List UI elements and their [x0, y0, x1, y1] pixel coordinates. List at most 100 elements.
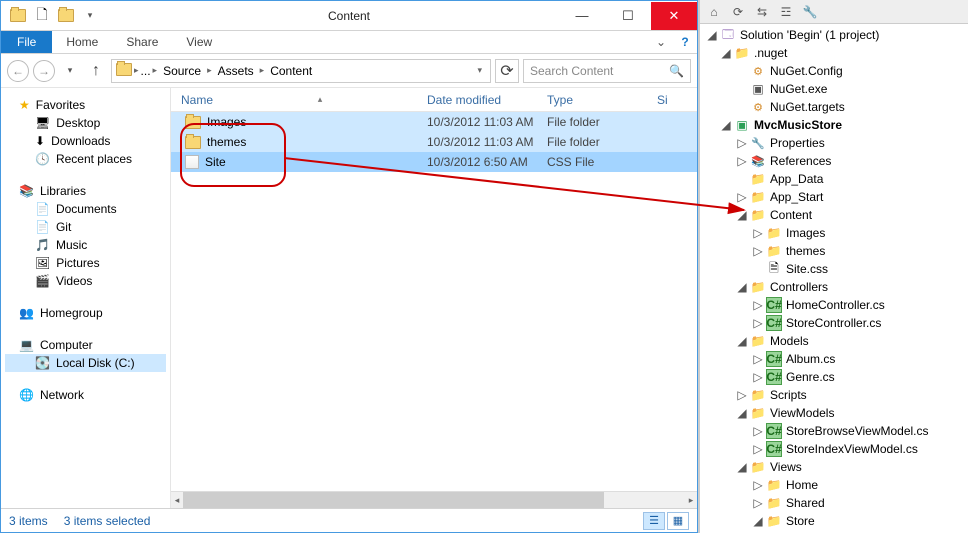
expand-icon[interactable]: ▷	[752, 479, 764, 491]
minimize-button[interactable]: —	[559, 2, 605, 30]
nav-desktop[interactable]: 🖥Desktop	[5, 114, 166, 132]
tree-node[interactable]: App_Data	[702, 170, 966, 188]
qat-openfolder-icon[interactable]	[55, 5, 77, 27]
tree-node[interactable]: ◢ViewModels	[702, 404, 966, 422]
expand-icon[interactable]	[736, 65, 748, 77]
expand-icon[interactable]: ▷	[752, 227, 764, 239]
tab-home[interactable]: Home	[52, 31, 112, 53]
expand-icon[interactable]: ◢	[736, 281, 748, 293]
up-button[interactable]: ↑	[85, 60, 107, 82]
qat-dropdown-icon[interactable]: ▾	[79, 5, 101, 27]
expand-icon[interactable]: ▷	[736, 191, 748, 203]
tree-node[interactable]: ◢Models	[702, 332, 966, 350]
nav-computer[interactable]: 💻Computer	[5, 336, 166, 354]
col-type[interactable]: Type	[547, 93, 657, 107]
expand-icon[interactable]: ◢	[736, 407, 748, 419]
nav-favorites[interactable]: ★Favorites	[5, 96, 166, 114]
tree-node[interactable]: ▷Album.cs	[702, 350, 966, 368]
nav-pictures[interactable]: 🖼Pictures	[5, 254, 166, 272]
tree-node[interactable]: ▷Shared	[702, 494, 966, 512]
expand-icon[interactable]: ▷	[736, 389, 748, 401]
tree-node[interactable]: ◢Controllers	[702, 278, 966, 296]
showall-icon[interactable]: ☲	[776, 3, 796, 21]
expand-icon[interactable]: ▷	[752, 299, 764, 311]
search-input[interactable]: Search Content 🔍	[523, 59, 691, 83]
maximize-button[interactable]: ☐	[605, 2, 651, 30]
expand-icon[interactable]: ▷	[752, 245, 764, 257]
expand-icon[interactable]: ◢	[752, 515, 764, 527]
expand-icon[interactable]: ◢	[720, 47, 732, 59]
refresh-button[interactable]: ⟳	[495, 59, 519, 83]
view-details-button[interactable]: ☰	[643, 512, 665, 530]
nav-music[interactable]: 🎵Music	[5, 236, 166, 254]
nav-network[interactable]: 🌐Network	[5, 386, 166, 404]
tree-node[interactable]: ▷App_Start	[702, 188, 966, 206]
tree-node[interactable]: NuGet.exe	[702, 80, 966, 98]
tree-node[interactable]: ▷Images	[702, 224, 966, 242]
ribbon-collapse-icon[interactable]: ⌄	[649, 31, 673, 53]
help-icon[interactable]: ?	[673, 31, 697, 53]
expand-icon[interactable]: ▷	[752, 497, 764, 509]
nav-git[interactable]: 📄Git	[5, 218, 166, 236]
column-headers[interactable]: Name▴ Date modified Type Si	[171, 88, 697, 112]
expand-icon[interactable]: ◢	[720, 119, 732, 131]
expand-icon[interactable]: ▷	[752, 371, 764, 383]
col-date[interactable]: Date modified	[427, 93, 547, 107]
tree-node[interactable]: ▷StoreController.cs	[702, 314, 966, 332]
tree-node[interactable]: ◢Views	[702, 458, 966, 476]
breadcrumb-assets[interactable]: Assets	[214, 64, 258, 78]
tab-view[interactable]: View	[172, 31, 226, 53]
breadcrumb-source[interactable]: Source	[159, 64, 205, 78]
breadcrumb-ellipsis[interactable]: ...	[141, 64, 151, 78]
nav-downloads[interactable]: ⬇Downloads	[5, 132, 166, 150]
expand-icon[interactable]: ◢	[736, 461, 748, 473]
tree-node[interactable]: ▷HomeController.cs	[702, 296, 966, 314]
nav-videos[interactable]: 🎬Videos	[5, 272, 166, 290]
forward-button[interactable]: →	[33, 60, 55, 82]
properties-icon[interactable]: 🔧	[800, 3, 820, 21]
tree-node[interactable]: ▷themes	[702, 242, 966, 260]
tree-node[interactable]: ◢MvcMusicStore	[702, 116, 966, 134]
nav-documents[interactable]: 📄Documents	[5, 200, 166, 218]
tree-node[interactable]: ◢Store	[702, 512, 966, 530]
tree-node[interactable]: ◢Content	[702, 206, 966, 224]
tab-share[interactable]: Share	[112, 31, 172, 53]
expand-icon[interactable]: ◢	[706, 29, 718, 41]
history-dropdown-icon[interactable]: ▾	[59, 60, 81, 82]
tree-node[interactable]: ◢Solution 'Begin' (1 project)	[702, 26, 966, 44]
expand-icon[interactable]	[736, 101, 748, 113]
nav-local-disk[interactable]: 💽Local Disk (C:)	[5, 354, 166, 372]
expand-icon[interactable]: ▷	[736, 137, 748, 149]
expand-icon[interactable]: ◢	[736, 209, 748, 221]
back-button[interactable]: ←	[7, 60, 29, 82]
tree-node[interactable]: ◢.nuget	[702, 44, 966, 62]
col-name[interactable]: Name	[181, 93, 213, 107]
tree-node[interactable]: NuGet.targets	[702, 98, 966, 116]
tree-node[interactable]: ▷Properties	[702, 134, 966, 152]
tree-node[interactable]: ▷Home	[702, 476, 966, 494]
expand-icon[interactable]: ▷	[752, 317, 764, 329]
nav-homegroup[interactable]: 👥Homegroup	[5, 304, 166, 322]
col-size[interactable]: Si	[657, 93, 697, 107]
tab-file[interactable]: File	[1, 31, 52, 53]
nav-recent-places[interactable]: 🕓Recent places	[5, 150, 166, 168]
tree-node[interactable]: Site.css	[702, 260, 966, 278]
tree-node[interactable]: ▷Scripts	[702, 386, 966, 404]
qat-properties-icon[interactable]: 🗋	[31, 5, 53, 27]
expand-icon[interactable]: ◢	[736, 335, 748, 347]
sync-icon[interactable]: ⇆	[752, 3, 772, 21]
tree-node[interactable]: NuGet.Config	[702, 62, 966, 80]
expand-icon[interactable]	[736, 173, 748, 185]
tree-node[interactable]: ▷StoreBrowseViewModel.cs	[702, 422, 966, 440]
breadcrumb-dropdown-icon[interactable]: ▾	[477, 65, 486, 76]
expand-icon[interactable]	[736, 83, 748, 95]
expand-icon[interactable]: ▷	[736, 155, 748, 167]
expand-icon[interactable]: ▷	[752, 443, 764, 455]
tree-node[interactable]: ▷Genre.cs	[702, 368, 966, 386]
home-icon[interactable]: ⌂	[704, 3, 724, 21]
file-row[interactable]: Images10/3/2012 11:03 AMFile folder	[171, 112, 697, 132]
file-row[interactable]: themes10/3/2012 11:03 AMFile folder	[171, 132, 697, 152]
qat-folder-icon[interactable]	[7, 5, 29, 27]
view-icons-button[interactable]: ▦	[667, 512, 689, 530]
expand-icon[interactable]: ▷	[752, 425, 764, 437]
